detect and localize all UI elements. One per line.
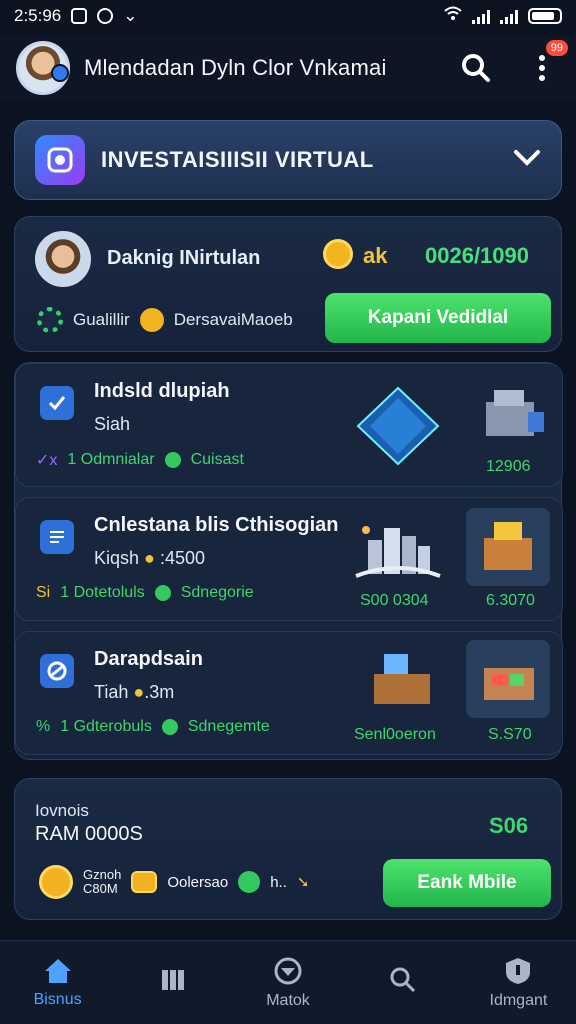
home-icon <box>44 958 71 983</box>
checkbox-icon <box>40 386 74 420</box>
status-dot-icon <box>154 585 171 601</box>
coin-icon <box>39 865 73 899</box>
notification-badge: 99 <box>545 40 568 56</box>
notification-icon <box>71 8 88 24</box>
item-meta-1: 1 Gdterobuls <box>60 718 152 735</box>
nav-tab-bars[interactable] <box>115 941 230 1024</box>
signal-icon <box>472 8 490 24</box>
wallet-icon <box>131 871 158 893</box>
wallet-caption: Iovnois <box>35 801 89 820</box>
chevron-down-icon: ⌄ <box>123 6 138 25</box>
nav-tab-shield[interactable]: Idmgant <box>461 941 576 1024</box>
wallet-label-3: h.. <box>270 873 287 891</box>
bank-mobile-button[interactable]: Eank Mbile <box>383 859 551 907</box>
wallet-card: Iovnois RAM 0000S S06 Gznoh C80M Oolersao… <box>14 778 562 920</box>
profile-name: Daknig INirtulan <box>107 247 261 269</box>
primary-action-button[interactable]: Kapani Vedidlal <box>325 293 551 343</box>
crystal-illustration-icon <box>352 384 444 468</box>
item-value: 12906 <box>486 458 531 475</box>
list-item[interactable]: Darapdsain Tiah ●.3m % 1 Gdterobuls Sdne… <box>15 631 563 755</box>
item-meta-2: Sdnegorie <box>180 584 254 601</box>
item-meta-2: Sdnegemte <box>187 718 270 735</box>
status-dot-icon <box>164 452 181 468</box>
clock-icon <box>40 654 74 688</box>
item-value-2: 6.3070 <box>486 592 535 609</box>
item-value-2: S.S70 <box>488 726 532 743</box>
item-subtitle: Tiah ●.3m <box>94 682 175 702</box>
app-icon <box>97 8 114 24</box>
nav-tab-compass[interactable]: Matok <box>230 941 345 1024</box>
profile-card: Daknig INirtulan ak 0026/1090 Gualillir … <box>14 216 562 352</box>
stat-label-1: Gualillir <box>73 310 130 329</box>
page-title: Mlendadan Dyln Clor Vnkamai <box>84 55 387 80</box>
key-icon: Si <box>36 584 51 601</box>
coin-label: Gznoh C80M <box>83 867 122 896</box>
item-subtitle: Siah <box>94 414 131 434</box>
gold-box-thumbnail-icon <box>466 508 550 586</box>
document-icon <box>40 520 74 554</box>
avatar[interactable] <box>16 41 70 95</box>
item-value-1: S00 0304 <box>360 592 429 609</box>
crate-illustration-icon <box>360 644 444 714</box>
balance-value: 0026/1090 <box>425 243 529 268</box>
search-button[interactable] <box>458 50 494 86</box>
trend-icon: % <box>36 718 51 735</box>
stat-label-2: DersavaiMaoeb <box>173 310 293 329</box>
app-header: Mlendadan Dyln Clor Vnkamai 99 <box>0 34 576 102</box>
investment-list: Indsld dlupiah Siah ✓x 1 Odmnialar Cuisa… <box>14 362 563 760</box>
invest-label: INVESTAISIIISII VIRTUAL <box>101 147 374 172</box>
arrow-icon: ➘ <box>296 874 310 891</box>
signal-icon-2 <box>500 8 518 24</box>
list-item[interactable]: Cnlestana blis Cthisogian Kiqsh ● :4500 … <box>15 497 563 621</box>
search-icon <box>462 54 490 82</box>
app-logo-icon <box>35 135 85 185</box>
status-bar: 2:5:96 ⌄ <box>0 0 576 32</box>
wallet-ram: RAM 0000S <box>35 823 143 845</box>
item-title: Darapdsain <box>94 648 203 670</box>
list-item[interactable]: Indsld dlupiah Siah ✓x 1 Odmnialar Cuisa… <box>15 363 563 487</box>
chevron-down-icon <box>513 149 541 172</box>
battery-icon <box>528 8 562 24</box>
status-dot-icon <box>161 719 178 735</box>
profile-avatar <box>35 231 91 287</box>
coin-icon <box>323 239 353 269</box>
gear-icon <box>37 307 63 333</box>
invest-dropdown[interactable]: INVESTAISIIISII VIRTUAL <box>14 120 562 200</box>
item-meta-2: Cuisast <box>190 451 244 468</box>
market-thumbnail-icon <box>466 640 550 718</box>
shield-icon <box>506 957 531 984</box>
city-illustration-icon <box>352 518 444 586</box>
item-title: Indsld dlupiah <box>94 380 230 402</box>
wallet-amount: S06 <box>489 813 529 838</box>
wallet-label-2: Oolersao <box>167 873 229 891</box>
item-subtitle: Kiqsh ● :4500 <box>94 548 205 568</box>
bottom-nav: Bisnus Matok Idmgant <box>0 940 576 1024</box>
more-menu-button[interactable]: 99 <box>524 40 568 86</box>
status-time: 2:5:96 <box>14 6 62 25</box>
wifi-icon <box>444 6 462 27</box>
nav-tab-search[interactable] <box>346 941 461 1024</box>
search-icon <box>390 967 416 992</box>
check-circle-icon <box>238 871 261 893</box>
compass-icon <box>274 957 302 984</box>
item-title: Cnlestana blis Cthisogian <box>94 514 339 536</box>
check-x-icon: ✓x <box>36 452 58 469</box>
bars-icon <box>161 969 184 990</box>
item-meta-1: 1 Odmnialar <box>67 451 155 468</box>
coin-icon <box>139 308 164 332</box>
currency-label: ak <box>363 243 388 268</box>
item-value-1: Senl0oeron <box>354 726 436 743</box>
item-meta-1: 1 Dotetoluls <box>60 584 145 601</box>
machine-thumbnail-icon <box>472 378 556 456</box>
nav-tab-home[interactable]: Bisnus <box>0 941 115 1024</box>
more-vertical-icon <box>539 55 545 81</box>
